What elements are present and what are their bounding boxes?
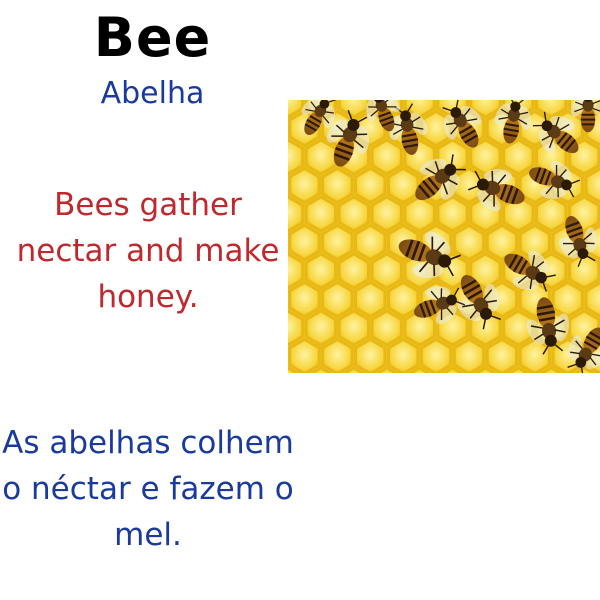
honeycomb-cell [321, 223, 354, 262]
honeycomb-cell [485, 337, 519, 373]
portuguese-sentence: As abelhas colhem o néctar e fazem o mel… [2, 425, 294, 553]
honeycomb-cell [387, 337, 420, 373]
honeycomb-cell [370, 309, 403, 347]
honeycomb-cell [354, 223, 387, 262]
page-title: Bee [93, 6, 212, 69]
honeycomb-cell [304, 309, 338, 347]
honeycomb-cell [387, 166, 420, 205]
honeycomb-cell [337, 309, 370, 347]
honeycomb-cell [568, 252, 600, 290]
honeycomb-cell [551, 280, 584, 319]
honeycomb-cell [370, 252, 403, 290]
honeycomb-cell [304, 138, 338, 176]
honeycomb-cell [288, 337, 321, 373]
honeycomb-cell [288, 223, 321, 262]
honeycomb-cell [354, 280, 387, 319]
honeycomb-cell [419, 337, 453, 373]
honeycomb-cell [387, 280, 420, 319]
portuguese-title: Abelha [100, 76, 205, 111]
honeycomb-cell [370, 195, 403, 233]
honeycomb-cell [304, 195, 338, 233]
honeycomb-cell [354, 166, 387, 205]
honeycomb-cell [370, 138, 403, 176]
honeycomb-cell [321, 280, 354, 319]
honeycomb-cell [354, 337, 387, 373]
honeycomb-cell [288, 280, 321, 319]
honeycomb-cell [304, 252, 338, 290]
honeycomb-cell [452, 337, 486, 373]
honeycomb-cell [321, 337, 354, 373]
honeycomb-cell [321, 166, 354, 205]
honeycomb-cell [288, 166, 321, 205]
honeycomb-illustration [288, 100, 600, 373]
honeycomb-cell [436, 195, 469, 233]
honeycomb-cell [337, 252, 370, 290]
bees-honeycomb-photo [288, 100, 600, 373]
honeycomb-cell [337, 195, 370, 233]
honeycomb-cell [535, 195, 568, 233]
honeycomb-cell [403, 195, 436, 233]
honeycomb-cell [502, 138, 535, 176]
english-sentence: Bees gather nectar and make honey. [16, 187, 280, 315]
honeycomb-cell [518, 337, 551, 373]
honeycomb-cell [452, 223, 486, 262]
